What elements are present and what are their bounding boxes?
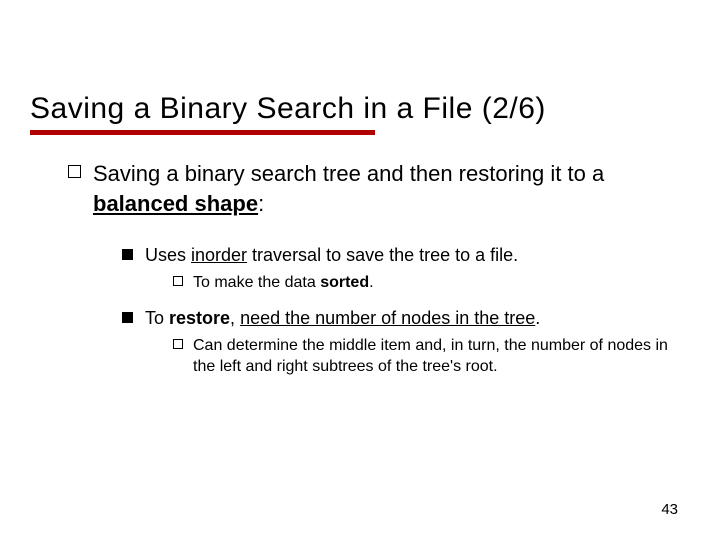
list-item: To make the data sorted. <box>173 272 690 294</box>
list-item: Saving a binary search tree and then res… <box>68 159 690 218</box>
slide: Saving a Binary Search in a File (2/6) S… <box>0 0 720 540</box>
list-item: Uses inorder traversal to save the tree … <box>122 244 690 303</box>
text: To make the data <box>193 274 320 291</box>
bullet-level-3: Can determine the middle item and, in tu… <box>173 335 690 378</box>
solid-square-icon <box>122 312 133 323</box>
emphasis-text: balanced shape <box>93 191 258 216</box>
text: : <box>258 191 264 216</box>
text: To <box>145 308 169 328</box>
bullet-level-3: To make the data sorted. <box>173 272 690 294</box>
lvl2-text: To restore, need the number of nodes in … <box>145 307 690 330</box>
text: traversal to save the tree to a file. <box>247 245 518 265</box>
list-item: To restore, need the number of nodes in … <box>122 307 690 388</box>
text: , <box>230 308 240 328</box>
underline-text: need the number of nodes in the tree <box>240 308 535 328</box>
lvl1-text: Saving a binary search tree and then res… <box>93 159 690 218</box>
lvl3-text: Can determine the middle item and, in tu… <box>193 335 690 378</box>
hollow-square-icon <box>173 276 183 286</box>
page-number: 43 <box>661 501 678 518</box>
slide-title: Saving a Binary Search in a File (2/6) <box>30 92 690 126</box>
text: Uses <box>145 245 191 265</box>
text: Saving a binary search tree and then res… <box>93 161 604 186</box>
hollow-square-icon <box>68 165 81 178</box>
text: . <box>369 274 373 291</box>
bullet-level-1: Saving a binary search tree and then res… <box>68 159 690 218</box>
solid-square-icon <box>122 249 133 260</box>
list-item: Can determine the middle item and, in tu… <box>173 335 690 378</box>
hollow-square-icon <box>173 339 183 349</box>
text: . <box>535 308 540 328</box>
bullet-level-2: Uses inorder traversal to save the tree … <box>122 244 690 388</box>
lvl3-text: To make the data sorted. <box>193 272 374 294</box>
underline-text: inorder <box>191 245 247 265</box>
title-underline <box>30 130 375 135</box>
lvl2-text: Uses inorder traversal to save the tree … <box>145 244 690 267</box>
bold-text: sorted <box>320 274 369 291</box>
bold-text: restore <box>169 308 230 328</box>
